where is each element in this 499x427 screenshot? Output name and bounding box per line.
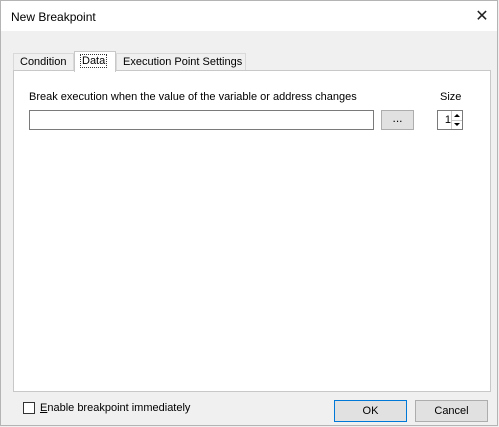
data-tab-panel: Break execution when the value of the va… <box>13 70 491 392</box>
spin-down-arrow-icon[interactable] <box>452 120 462 129</box>
title-bar: New Breakpoint ✕ <box>1 1 497 31</box>
tab-condition[interactable]: Condition <box>13 53 74 70</box>
size-spinner[interactable]: 1 <box>437 110 463 130</box>
enable-breakpoint-checkbox[interactable] <box>23 402 35 414</box>
tab-execution-point-settings[interactable]: Execution Point Settings <box>116 53 246 70</box>
tab-execution-point-settings-label: Execution Point Settings <box>123 56 243 68</box>
break-description-label: Break execution when the value of the va… <box>29 91 357 103</box>
cancel-button[interactable]: Cancel <box>415 400 488 422</box>
close-icon[interactable]: ✕ <box>467 1 497 31</box>
ok-button[interactable]: OK <box>334 400 407 422</box>
enable-breakpoint-label[interactable]: Enable breakpoint immediately <box>40 402 190 414</box>
new-breakpoint-dialog: New Breakpoint ✕ Condition Data Executio… <box>0 0 498 426</box>
enable-breakpoint-label-text: nable breakpoint immediately <box>47 402 191 414</box>
dialog-title: New Breakpoint <box>11 10 96 24</box>
size-spinner-buttons <box>451 111 462 129</box>
size-label: Size <box>440 91 462 103</box>
browse-button[interactable]: ... <box>381 110 414 130</box>
tab-strip: Condition Data Execution Point Settings <box>13 51 493 72</box>
tab-data[interactable]: Data <box>74 51 116 72</box>
variable-address-input[interactable] <box>29 110 374 130</box>
tab-data-label: Data <box>79 54 108 68</box>
tab-condition-label: Condition <box>20 56 67 68</box>
